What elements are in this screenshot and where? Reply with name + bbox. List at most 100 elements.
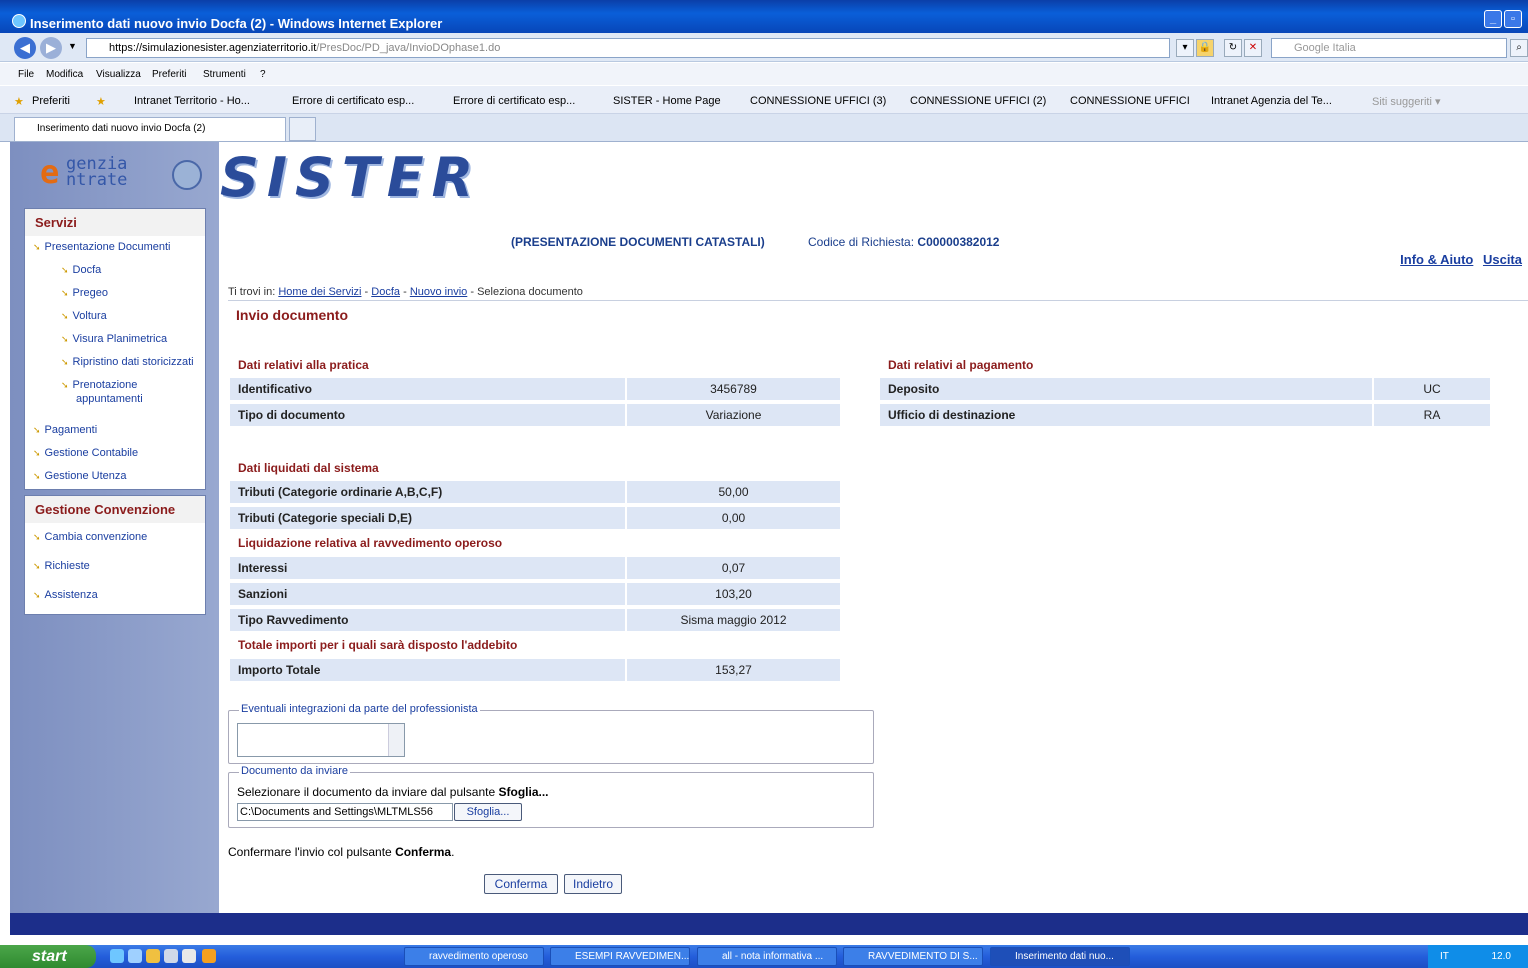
task-ravvedimento-doc[interactable]: RAVVEDIMENTO DI S...: [843, 947, 983, 966]
ravvedimento-title: Liquidazione relativa al ravvedimento op…: [238, 536, 503, 550]
menu-strumenti[interactable]: Strumenti: [203, 69, 246, 80]
add-favorite-icon[interactable]: ★: [96, 95, 106, 108]
fav-item-4[interactable]: SISTER - Home Page: [613, 95, 721, 107]
sidebar-item-ripristino[interactable]: ➘ Ripristino dati storicizzati: [61, 356, 194, 368]
quicklaunch-ie-icon[interactable]: [110, 949, 124, 963]
fav-item-5[interactable]: CONNESSIONE UFFICI (3): [750, 95, 886, 107]
favorites-bar: ★ Preferiti ★ Intranet Territorio - Ho..…: [0, 86, 1528, 114]
file-path-input[interactable]: C:\Documents and Settings\MLTMLS56: [237, 803, 453, 821]
sidebar-item-richieste[interactable]: ➘ Richieste: [33, 560, 90, 572]
fav-suggested[interactable]: Siti suggeriti ▾: [1372, 95, 1441, 108]
sidebar-item-gestione-utenza[interactable]: ➘ Gestione Utenza: [33, 470, 126, 482]
agenzia-entrate-logo: genzia ntrate e: [40, 153, 128, 191]
lang-indicator[interactable]: IT: [1440, 951, 1449, 962]
liquidati-title: Dati liquidati dal sistema: [238, 461, 379, 475]
refresh-icon[interactable]: ↻: [1224, 39, 1242, 57]
table-row: Tributi (Categorie speciali D,E) 0,00: [230, 507, 840, 529]
task-esempi[interactable]: ESEMPI RAVVEDIMEN...: [550, 947, 690, 966]
address-bar-row: ◀ ▶ ▼ https://simulazionesister.agenziat…: [0, 33, 1528, 62]
confirm-instruction: Confermare l'invio col pulsante Conferma…: [228, 845, 455, 859]
address-input[interactable]: https://simulazionesister.agenziaterrito…: [86, 38, 1170, 58]
table-row: Deposito UC: [880, 378, 1490, 400]
quicklaunch-office-icon[interactable]: [202, 949, 216, 963]
breadcrumb-docfa[interactable]: Docfa: [371, 286, 400, 298]
sidebar-item-visura[interactable]: ➘ Visura Planimetrica: [61, 333, 167, 345]
quicklaunch-ie2-icon[interactable]: [128, 949, 142, 963]
breadcrumb-nuovo-invio[interactable]: Nuovo invio: [410, 286, 467, 298]
dropdown-arrow-icon[interactable]: ▾: [1176, 39, 1194, 57]
sidebar-item-assistenza[interactable]: ➘ Assistenza: [33, 589, 98, 601]
sidebar-item-presentazione[interactable]: ➘ Presentazione Documenti: [33, 241, 171, 253]
start-button[interactable]: start: [0, 945, 96, 968]
search-input[interactable]: Google Italia: [1271, 38, 1507, 58]
task-ravvedimento[interactable]: ravvedimento operoso: [404, 947, 544, 966]
maximize-button[interactable]: ▫: [1504, 10, 1522, 28]
tab-active[interactable]: Inserimento dati nuovo invio Docfa (2): [14, 117, 286, 141]
arrow-icon: ➘: [61, 380, 69, 390]
sidebar-item-prenotazione[interactable]: ➘ Prenotazione: [61, 379, 137, 391]
quicklaunch-doc-icon[interactable]: [182, 949, 196, 963]
menu-file[interactable]: File: [18, 69, 34, 80]
window-titlebar: Inserimento dati nuovo invio Docfa (2) -…: [0, 0, 1528, 33]
search-placeholder: Google Italia: [1294, 42, 1356, 54]
indietro-button[interactable]: Indietro: [564, 874, 622, 894]
arrow-icon: ➘: [61, 334, 69, 344]
integrazioni-textarea[interactable]: [237, 723, 405, 757]
sidebar-item-cambia[interactable]: ➘ Cambia convenzione: [33, 531, 147, 543]
tab-bar: Inserimento dati nuovo invio Docfa (2): [0, 114, 1528, 142]
quicklaunch-media-icon[interactable]: [146, 949, 160, 963]
fav-item-3[interactable]: Errore di certificato esp...: [453, 95, 575, 107]
fav-item-2[interactable]: Errore di certificato esp...: [292, 95, 414, 107]
new-tab-button[interactable]: [289, 117, 316, 141]
task-nota[interactable]: all - nota informativa ...: [697, 947, 837, 966]
menu-preferiti[interactable]: Preferiti: [152, 69, 186, 80]
request-code: Codice di Richiesta: C00000382012: [808, 235, 1000, 249]
sidebar-servizi-title: Servizi: [25, 209, 205, 236]
info-aiuto-link[interactable]: Info & Aiuto: [1400, 252, 1473, 267]
fav-item-7[interactable]: CONNESSIONE UFFICI: [1070, 95, 1190, 107]
menu-help[interactable]: ?: [260, 69, 266, 80]
arrow-icon: ➘: [33, 590, 41, 600]
arrow-icon: ➘: [61, 357, 69, 367]
lock-icon[interactable]: 🔒: [1196, 39, 1214, 57]
favorites-button[interactable]: Preferiti: [32, 95, 70, 107]
search-icon[interactable]: ⌕: [1510, 39, 1528, 57]
window-title: Inserimento dati nuovo invio Docfa (2) -…: [30, 16, 443, 31]
breadcrumb-home[interactable]: Home dei Servizi: [278, 286, 361, 298]
sfoglia-button[interactable]: Sfoglia...: [454, 803, 522, 821]
sidebar-convenzione: Gestione Convenzione ➘ Cambia convenzione…: [24, 495, 206, 615]
fav-item-8[interactable]: Intranet Agenzia del Te...: [1211, 95, 1332, 107]
menu-bar: File Modifica Visualizza Preferiti Strum…: [0, 63, 1528, 85]
url-main: https://simulazionesister.agenziaterrito…: [109, 42, 317, 54]
totale-title: Totale importi per i quali sarà disposto…: [238, 638, 518, 652]
arrow-icon: ➘: [33, 471, 41, 481]
sidebar-item-voltura[interactable]: ➘ Voltura: [61, 310, 107, 322]
textarea-scrollbar[interactable]: [388, 724, 404, 756]
pratica-title: Dati relativi alla pratica: [238, 358, 369, 372]
task-ie-active[interactable]: Inserimento dati nuo...: [990, 947, 1130, 966]
fav-item-6[interactable]: CONNESSIONE UFFICI (2): [910, 95, 1046, 107]
stop-icon[interactable]: ✕: [1244, 39, 1262, 57]
sidebar-item-pregeo[interactable]: ➘ Pregeo: [61, 287, 108, 299]
forward-button[interactable]: ▶: [40, 37, 62, 59]
sidebar-item-prenotazione-line2[interactable]: appuntamenti: [76, 393, 143, 405]
sidebar-item-docfa[interactable]: ➘ Docfa: [61, 264, 101, 276]
history-dropdown-icon[interactable]: ▼: [68, 41, 77, 51]
sidebar-item-pagamenti[interactable]: ➘ Pagamenti: [33, 424, 97, 436]
republic-emblem-icon: [172, 160, 202, 190]
menu-modifica[interactable]: Modifica: [46, 69, 83, 80]
fav-item-1[interactable]: Intranet Territorio - Ho...: [134, 95, 250, 107]
documento-instruction: Selezionare il documento da inviare dal …: [237, 785, 549, 799]
sidebar-item-gestione-contabile[interactable]: ➘ Gestione Contabile: [33, 447, 138, 459]
page-content: genzia ntrate e SISTER Servizi ➘ Presenta…: [10, 142, 1528, 913]
conferma-button[interactable]: Conferma: [484, 874, 558, 894]
breadcrumb: Ti trovi in: Home dei Servizi - Docfa - …: [228, 286, 583, 298]
arrow-icon: ➘: [61, 288, 69, 298]
back-button[interactable]: ◀: [14, 37, 36, 59]
arrow-icon: ➘: [33, 242, 41, 252]
quicklaunch-desktop-icon[interactable]: [164, 949, 178, 963]
uscita-link[interactable]: Uscita: [1483, 252, 1522, 267]
documento-legend: Documento da inviare: [239, 765, 351, 777]
minimize-button[interactable]: _: [1484, 10, 1502, 28]
menu-visualizza[interactable]: Visualizza: [96, 69, 141, 80]
